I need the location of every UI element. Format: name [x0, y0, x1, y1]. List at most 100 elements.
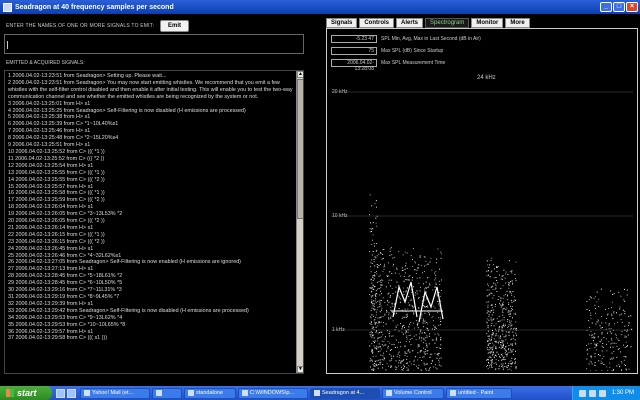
spectrogram-pixel — [627, 345, 628, 347]
taskbar: start Yahoo! Mail (et... standalone C:\WIN… — [0, 386, 640, 400]
spectrogram-pixel — [431, 328, 433, 330]
log-line: 18 2006.04.02-13:26:04 from H> s1 — [8, 204, 94, 211]
minimize-button[interactable]: _ — [600, 2, 612, 12]
spectrogram-pixel — [425, 363, 427, 365]
log-line: 11 2006.04.02-13:25:52 from C> ((( *2 )) — [8, 155, 105, 162]
tab-monitor[interactable]: Monitor — [471, 18, 504, 28]
spectrogram-pixel — [373, 300, 375, 302]
spectrogram-pixel — [498, 321, 500, 322]
spectrogram-pixel — [372, 284, 374, 286]
taskbar-button[interactable]: Yahoo! Mail (et... — [80, 387, 150, 399]
spectrogram-pixel — [500, 354, 502, 356]
tab-spectrogram[interactable]: Spectrogram — [425, 18, 470, 28]
taskbar-button[interactable]: Volume Control — [382, 387, 444, 399]
browser-icon[interactable] — [56, 388, 65, 398]
spectrogram-pixel — [628, 368, 630, 370]
spectrogram-pixel — [506, 354, 508, 356]
tab-more[interactable]: More — [505, 18, 530, 28]
spectrogram-pixel — [423, 342, 425, 344]
spectrogram-pixel — [406, 252, 408, 254]
spectrogram-pixel — [384, 302, 386, 304]
spectrogram-pixel — [508, 260, 510, 262]
spectrogram-pixel — [508, 324, 510, 326]
spectrogram-pixel — [491, 336, 493, 338]
spectrogram-pixel — [432, 339, 434, 341]
spectrogram-pixel — [395, 339, 397, 341]
spectrogram-pixel — [428, 369, 430, 371]
spectrogram-pixel — [404, 351, 406, 353]
spectrogram-pixel — [590, 355, 592, 357]
spectrogram-pixel — [434, 364, 436, 366]
taskbar-button[interactable]: Seadragon at 4... — [310, 387, 380, 399]
emit-input[interactable] — [4, 34, 304, 54]
spectrogram-pixel — [504, 349, 506, 351]
spectrogram-pixel — [377, 301, 379, 302]
spectrogram-pixel — [512, 343, 513, 345]
spectrogram-pixel — [433, 305, 435, 307]
spectrogram-pixel — [371, 259, 373, 261]
scroll-up-arrow-icon[interactable]: ▲ — [297, 71, 303, 78]
spectrogram-pixel — [370, 331, 372, 333]
spectrogram-pixel — [409, 351, 411, 353]
tab-controls[interactable]: Controls — [359, 18, 395, 28]
spectrogram-pixel — [411, 291, 412, 293]
desktop-icon[interactable] — [67, 388, 76, 398]
network-icon[interactable] — [578, 389, 586, 397]
spectrogram-pixel — [486, 321, 488, 323]
spectrogram-pixel — [514, 342, 516, 344]
spectrogram-pixel — [612, 294, 614, 295]
spectrogram-pixel — [430, 363, 432, 364]
spectrogram-pixel — [502, 366, 504, 368]
spectrogram-pixel — [413, 335, 415, 337]
taskbar-button[interactable]: standalone — [184, 387, 236, 399]
spectrogram-pixel — [422, 322, 424, 324]
log-line: 24 2006.04.02-13:26:45 from H> s1 — [8, 245, 94, 252]
volume-icon[interactable] — [588, 389, 596, 397]
log-line: 20 2006.04.02-13:26:05 from C> ((( *2 )) — [8, 218, 105, 225]
spectrogram-pixel — [407, 331, 409, 333]
spectrogram-pixel — [512, 349, 514, 350]
spectrogram-pixel — [405, 279, 407, 281]
spectrogram-pixel — [378, 253, 380, 255]
spectrogram-pixel — [404, 308, 406, 310]
spectrogram-pixel — [502, 330, 504, 332]
spectrogram-pixel — [487, 365, 489, 366]
spectrogram-pixel — [404, 265, 406, 267]
spectrogram-pixel — [373, 337, 375, 339]
spectrogram-pixel — [624, 310, 626, 312]
spectrogram-pixel — [499, 355, 500, 357]
spectrogram-pixel — [398, 341, 399, 343]
spectrogram-pixel — [624, 288, 625, 290]
spectrogram-pixel — [594, 365, 596, 367]
title-bar[interactable]: Seadragon at 40 frequency samples per se… — [0, 0, 640, 14]
spectrogram-pixel — [382, 316, 384, 318]
spectrogram-pixel — [486, 270, 488, 272]
spectrogram-pixel — [374, 347, 376, 349]
scroll-thumb[interactable] — [297, 79, 303, 219]
security-icon[interactable] — [598, 389, 606, 397]
spectrogram-pixel — [371, 290, 372, 292]
spectrogram-pixel — [493, 309, 495, 311]
maximize-button[interactable]: □ — [613, 2, 625, 12]
log-scrollbar[interactable]: ▲ ▼ — [296, 71, 303, 373]
taskbar-button[interactable] — [152, 387, 182, 399]
tab-signals[interactable]: Signals — [326, 18, 358, 28]
taskbar-button[interactable]: untitled - Paint — [446, 387, 512, 399]
start-button[interactable]: start — [0, 386, 52, 400]
emit-button[interactable]: Emit — [160, 20, 190, 32]
spectrogram-pixel — [369, 322, 371, 324]
spectrogram-pixel — [410, 344, 412, 346]
tab-alerts[interactable]: Alerts — [396, 18, 424, 28]
spectrogram-pixel — [425, 286, 427, 288]
taskbar-button[interactable]: C:\WINDOWS\p... — [238, 387, 308, 399]
spectrogram-pixel — [371, 276, 373, 278]
close-button[interactable]: × — [626, 2, 638, 12]
spectrogram-pixel — [388, 292, 390, 294]
spectrogram-pixel — [492, 354, 493, 356]
spectrogram-pixel — [380, 336, 382, 338]
spectrogram-pixel — [504, 348, 506, 350]
spectrogram-pixel — [500, 345, 502, 347]
signal-log[interactable]: 1 2006.04.02-13:23:51 from Seadragon> Se… — [4, 70, 304, 374]
spectrogram-pixel — [439, 295, 441, 297]
scroll-down-arrow-icon[interactable]: ▼ — [297, 366, 303, 373]
